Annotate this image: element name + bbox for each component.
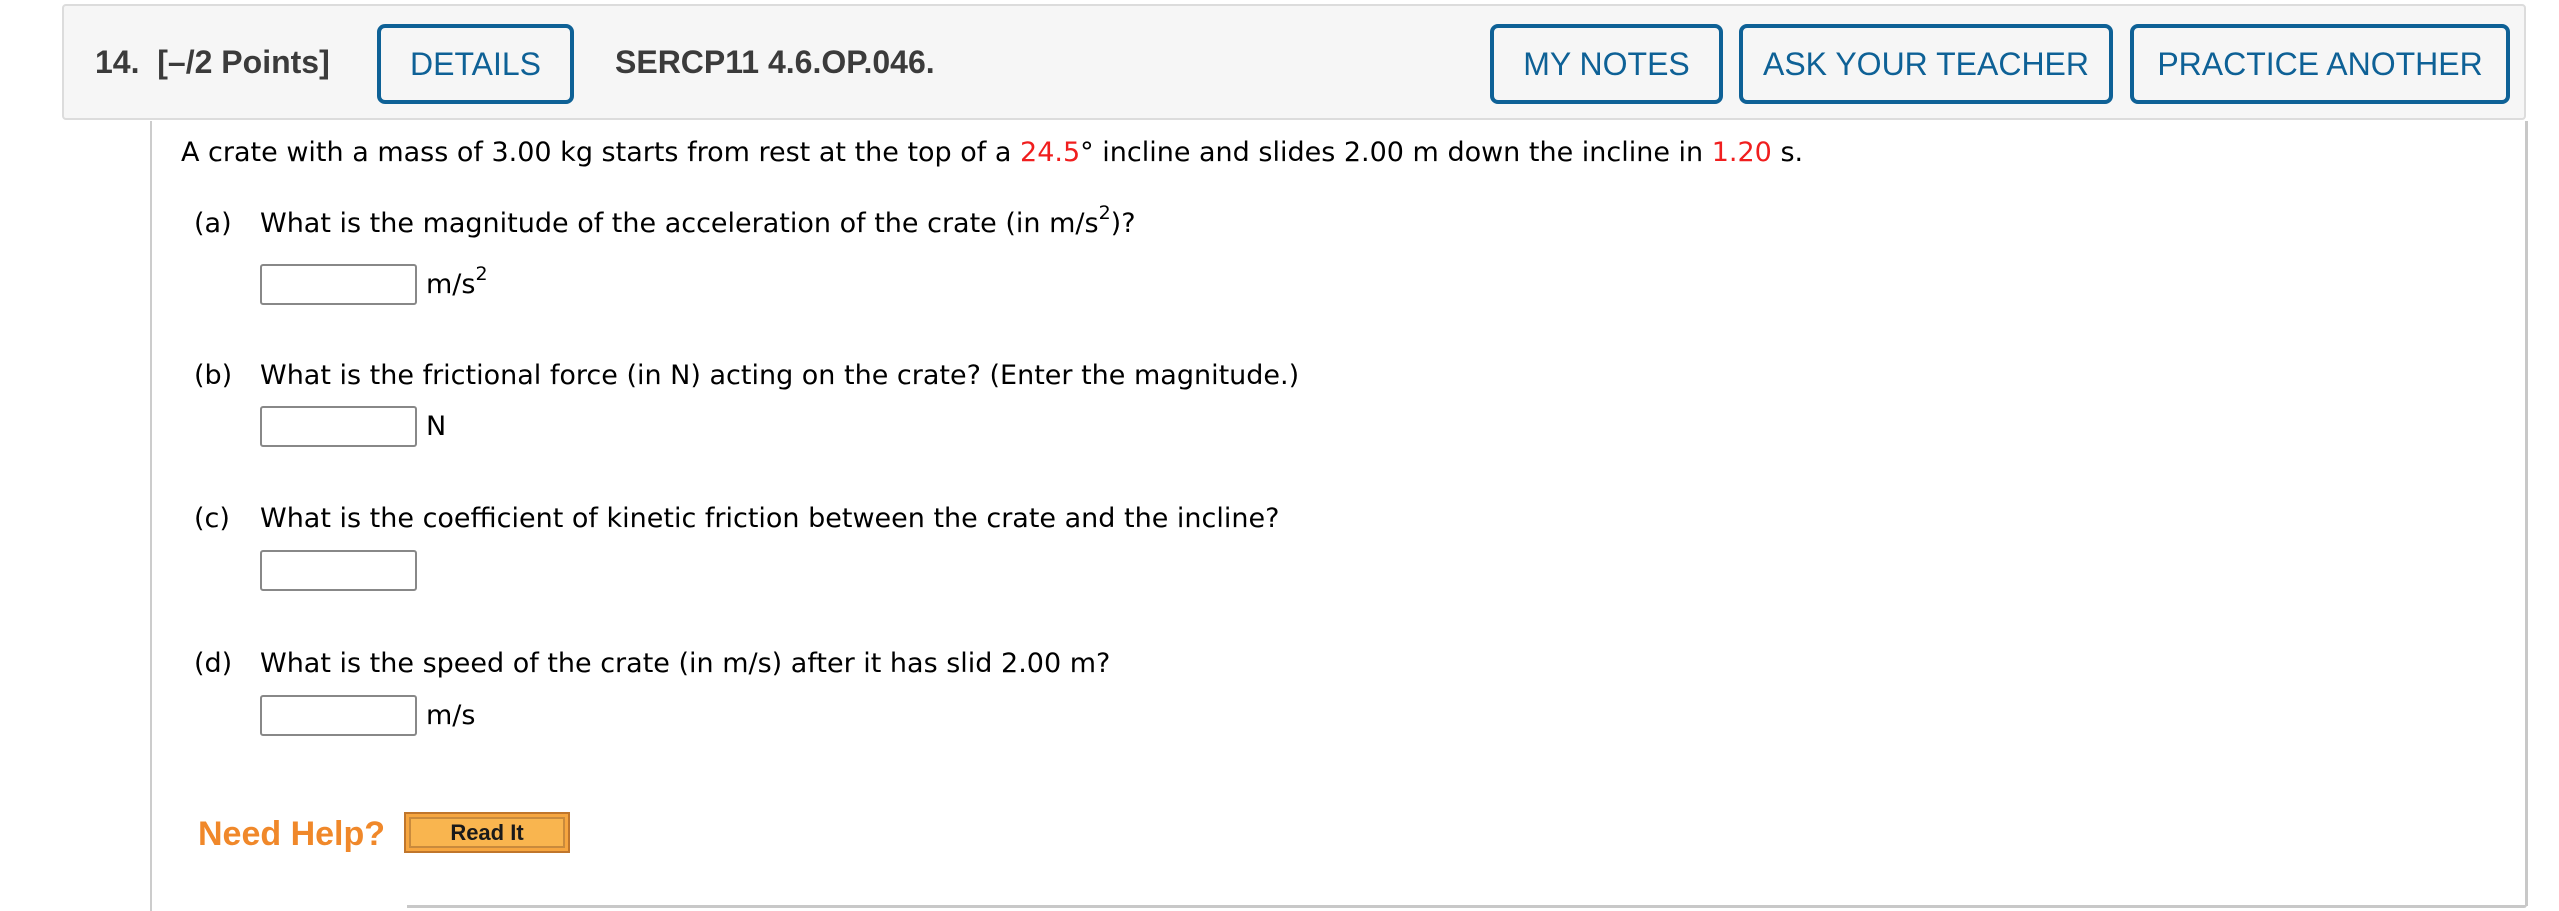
read-it-button[interactable]: Read It (404, 812, 570, 853)
ask-your-teacher-button[interactable]: ASK YOUR TEACHER (1739, 24, 2113, 104)
part-c-label: (c) (194, 503, 230, 534)
problem-text: ° incline and slides 2.00 m down the inc… (1080, 137, 1712, 168)
section-divider (407, 905, 2527, 908)
superscript: 2 (475, 263, 488, 285)
part-c-question: What is the coefficient of kinetic frict… (260, 503, 1280, 534)
question-text: )? (1110, 208, 1136, 239)
part-d-unit: m/s (426, 700, 476, 731)
question-text: What is the magnitude of the acceleratio… (260, 208, 1099, 239)
unit-text: m/s (426, 269, 476, 300)
details-button[interactable]: DETAILS (377, 24, 574, 104)
my-notes-button[interactable]: MY NOTES (1490, 24, 1723, 104)
part-a-question: What is the magnitude of the acceleratio… (260, 202, 1136, 243)
problem-statement: A crate with a mass of 3.00 kg starts fr… (181, 134, 1803, 172)
problem-code: SERCP11 4.6.OP.046. (615, 44, 935, 80)
time-value: 1.20 (1711, 137, 1772, 168)
question-body-right-border (2525, 121, 2528, 906)
problem-text: A crate with a mass of 3.00 kg starts fr… (181, 137, 1021, 168)
angle-value: 24.5 (1020, 137, 1081, 168)
question-header: 14. [–/2 Points] DETAILS SERCP11 4.6.OP.… (62, 4, 2526, 120)
question-number-and-points: 14. [–/2 Points] (95, 6, 330, 118)
part-d-label: (d) (194, 648, 233, 679)
superscript: 2 (1098, 202, 1111, 224)
question-points: [–/2 Points] (157, 44, 330, 80)
part-d-answer-input[interactable] (260, 695, 417, 736)
part-d-question: What is the speed of the crate (in m/s) … (260, 648, 1111, 679)
question-number: 14. (95, 44, 140, 80)
part-b-unit: N (426, 411, 447, 442)
part-c-answer-input[interactable] (260, 550, 417, 591)
part-a-unit: m/s2 (426, 263, 488, 304)
part-b-label: (b) (194, 360, 233, 391)
practice-another-button[interactable]: PRACTICE ANOTHER (2130, 24, 2510, 104)
part-b-question: What is the frictional force (in N) acti… (260, 360, 1300, 391)
question-body-left-border (150, 121, 152, 911)
part-a-answer-input[interactable] (260, 264, 417, 305)
part-a-label: (a) (194, 208, 232, 239)
part-b-answer-input[interactable] (260, 406, 417, 447)
need-help-label: Need Help? (198, 815, 386, 853)
problem-text: s. (1771, 137, 1804, 168)
